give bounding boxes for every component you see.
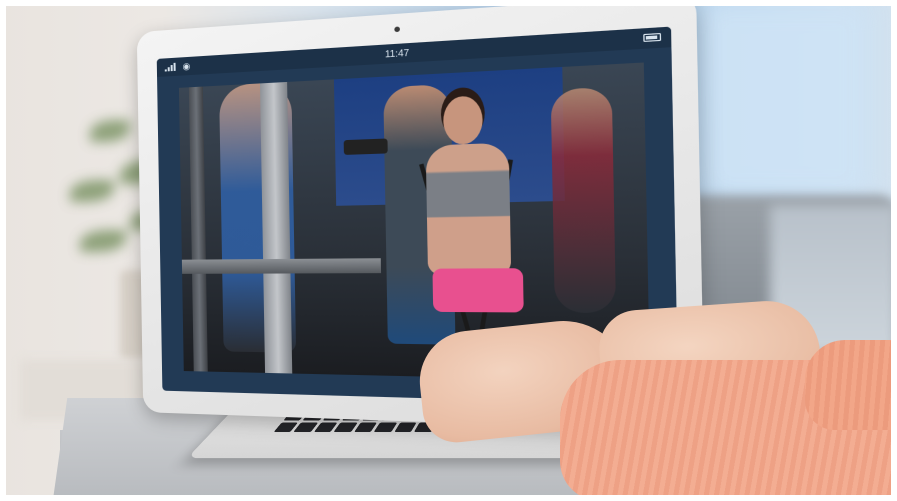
background-trainer: [550, 86, 617, 314]
right-sleeve: [805, 340, 897, 430]
dumbbell: [343, 138, 388, 155]
wifi-icon: ◉: [182, 60, 191, 72]
signal-bars-icon: [164, 62, 176, 72]
photo-scene: ◉ 11:47: [0, 0, 897, 501]
woman-athlete-shorts: [432, 268, 524, 313]
gym-rack-bar: [181, 258, 382, 274]
background-window: [700, 0, 870, 200]
status-time: 11:47: [384, 47, 410, 60]
gym-rack-left: [188, 86, 208, 372]
webcam-dot: [394, 26, 400, 33]
gym-rack-pole: [259, 81, 293, 374]
woman-athlete-body: [425, 142, 512, 276]
battery-icon: [643, 32, 662, 42]
